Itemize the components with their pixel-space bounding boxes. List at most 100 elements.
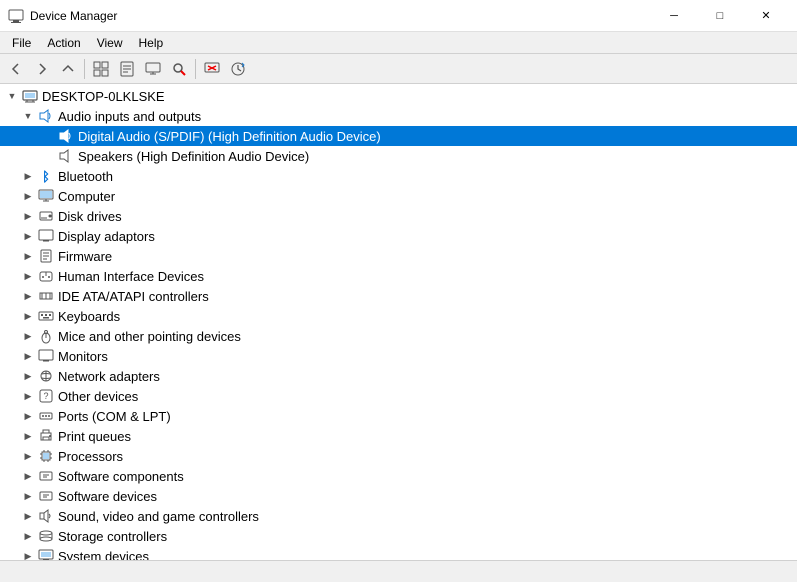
status-bar: [0, 560, 797, 582]
sound-label: Sound, video and game controllers: [58, 509, 259, 524]
expander-sw-devices[interactable]: ▶: [20, 488, 36, 504]
storage-icon: [38, 528, 54, 544]
tree-item-digital-audio[interactable]: Digital Audio (S/PDIF) (High Definition …: [0, 126, 797, 146]
tree-item-sw-devices[interactable]: ▶ Software devices: [0, 486, 797, 506]
audio-icon: [38, 108, 54, 124]
system-icon: [38, 548, 54, 560]
tree-item-computer[interactable]: ▶ Computer: [0, 186, 797, 206]
expander-sw-components[interactable]: ▶: [20, 468, 36, 484]
expander-ports[interactable]: ▶: [20, 408, 36, 424]
maximize-button[interactable]: □: [697, 0, 743, 32]
expander-sound[interactable]: ▶: [20, 508, 36, 524]
tree-item-network[interactable]: ▶ Network adapters: [0, 366, 797, 386]
app-icon: [8, 8, 24, 24]
expander-audio[interactable]: ▼: [20, 108, 36, 124]
expander-bluetooth[interactable]: ▶: [20, 168, 36, 184]
up-button[interactable]: [56, 57, 80, 81]
ports-label: Ports (COM & LPT): [58, 409, 171, 424]
computer-label: Computer: [58, 189, 115, 204]
disk-drives-label: Disk drives: [58, 209, 122, 224]
menu-action[interactable]: Action: [39, 33, 88, 53]
expander-system[interactable]: ▶: [20, 548, 36, 560]
tree-item-print[interactable]: ▶ Print queues: [0, 426, 797, 446]
window-controls: ─ □ ✕: [651, 0, 789, 32]
tree-item-root[interactable]: ▼ DESKTOP-0LKLSKE: [0, 86, 797, 106]
expander-network[interactable]: ▶: [20, 368, 36, 384]
hid-icon: [38, 268, 54, 284]
expander-disk-drives[interactable]: ▶: [20, 208, 36, 224]
monitors-icon: [38, 348, 54, 364]
toolbar: [0, 54, 797, 84]
ide-label: IDE ATA/ATAPI controllers: [58, 289, 209, 304]
properties-button[interactable]: [115, 57, 139, 81]
tree-item-system[interactable]: ▶ System devices: [0, 546, 797, 560]
scan-button[interactable]: [226, 57, 250, 81]
expander-print[interactable]: ▶: [20, 428, 36, 444]
sound-icon: [38, 508, 54, 524]
expander-mice[interactable]: ▶: [20, 328, 36, 344]
tree-item-storage[interactable]: ▶ Storage controllers: [0, 526, 797, 546]
tree-item-sound[interactable]: ▶ Sound, video and game controllers: [0, 506, 797, 526]
tree-item-firmware[interactable]: ▶ Firmware: [0, 246, 797, 266]
tree-item-bluetooth[interactable]: ▶ ᛒ Bluetooth: [0, 166, 797, 186]
other-icon: ?: [38, 388, 54, 404]
tree-item-other[interactable]: ▶ ? Other devices: [0, 386, 797, 406]
expander-computer[interactable]: ▶: [20, 188, 36, 204]
toolbar-separator-1: [84, 59, 85, 79]
mice-icon: [38, 328, 54, 344]
tree-item-hid[interactable]: ▶ Human Interface Devices: [0, 266, 797, 286]
forward-button[interactable]: [30, 57, 54, 81]
bluetooth-label: Bluetooth: [58, 169, 113, 184]
root-icon: [22, 88, 38, 104]
expander-storage[interactable]: ▶: [20, 528, 36, 544]
expander-digital-audio[interactable]: [40, 128, 56, 144]
expander-firmware[interactable]: ▶: [20, 248, 36, 264]
minimize-button[interactable]: ─: [651, 0, 697, 32]
network-label: Network adapters: [58, 369, 160, 384]
menu-view[interactable]: View: [89, 33, 131, 53]
firmware-icon: [38, 248, 54, 264]
audio-label: Audio inputs and outputs: [58, 109, 201, 124]
digital-audio-icon: [58, 128, 74, 144]
tree-item-sw-components[interactable]: ▶ Software components: [0, 466, 797, 486]
tree-item-mice[interactable]: ▶ Mice and other pointing devices: [0, 326, 797, 346]
expander-keyboards[interactable]: ▶: [20, 308, 36, 324]
back-button[interactable]: [4, 57, 28, 81]
bluetooth-icon: ᛒ: [38, 168, 54, 184]
menu-help[interactable]: Help: [131, 33, 172, 53]
tree-item-audio[interactable]: ▼ Audio inputs and outputs: [0, 106, 797, 126]
expander-root[interactable]: ▼: [4, 88, 20, 104]
tree-item-monitors[interactable]: ▶ Monitors: [0, 346, 797, 366]
expander-ide[interactable]: ▶: [20, 288, 36, 304]
device-tree[interactable]: ▼ DESKTOP-0LKLSKE ▼: [0, 84, 797, 560]
tree-item-disk-drives[interactable]: ▶ Disk drives: [0, 206, 797, 226]
show-hide-button[interactable]: [89, 57, 113, 81]
find-button[interactable]: [167, 57, 191, 81]
ports-icon: [38, 408, 54, 424]
title-bar: Device Manager ─ □ ✕: [0, 0, 797, 32]
tree-item-processors[interactable]: ▶ Processors: [0, 446, 797, 466]
keyboards-label: Keyboards: [58, 309, 120, 324]
menu-file[interactable]: File: [4, 33, 39, 53]
computer-button[interactable]: [141, 57, 165, 81]
expander-monitors[interactable]: ▶: [20, 348, 36, 364]
tree-item-display[interactable]: ▶ Display adaptors: [0, 226, 797, 246]
speakers-icon: [58, 148, 74, 164]
disk-drives-icon: [38, 208, 54, 224]
tree-item-speakers[interactable]: Speakers (High Definition Audio Device): [0, 146, 797, 166]
print-label: Print queues: [58, 429, 131, 444]
close-button[interactable]: ✕: [743, 0, 789, 32]
hid-label: Human Interface Devices: [58, 269, 204, 284]
processors-label: Processors: [58, 449, 123, 464]
tree-item-ide[interactable]: ▶ IDE ATA/ATAPI controllers: [0, 286, 797, 306]
expander-speakers[interactable]: [40, 148, 56, 164]
expander-display[interactable]: ▶: [20, 228, 36, 244]
expander-other[interactable]: ▶: [20, 388, 36, 404]
main-content: ▼ DESKTOP-0LKLSKE ▼: [0, 84, 797, 560]
firmware-label: Firmware: [58, 249, 112, 264]
expander-hid[interactable]: ▶: [20, 268, 36, 284]
tree-item-ports[interactable]: ▶ Ports (COM & LPT): [0, 406, 797, 426]
expander-processors[interactable]: ▶: [20, 448, 36, 464]
uninstall-button[interactable]: [200, 57, 224, 81]
tree-item-keyboards[interactable]: ▶ Keyboards: [0, 306, 797, 326]
